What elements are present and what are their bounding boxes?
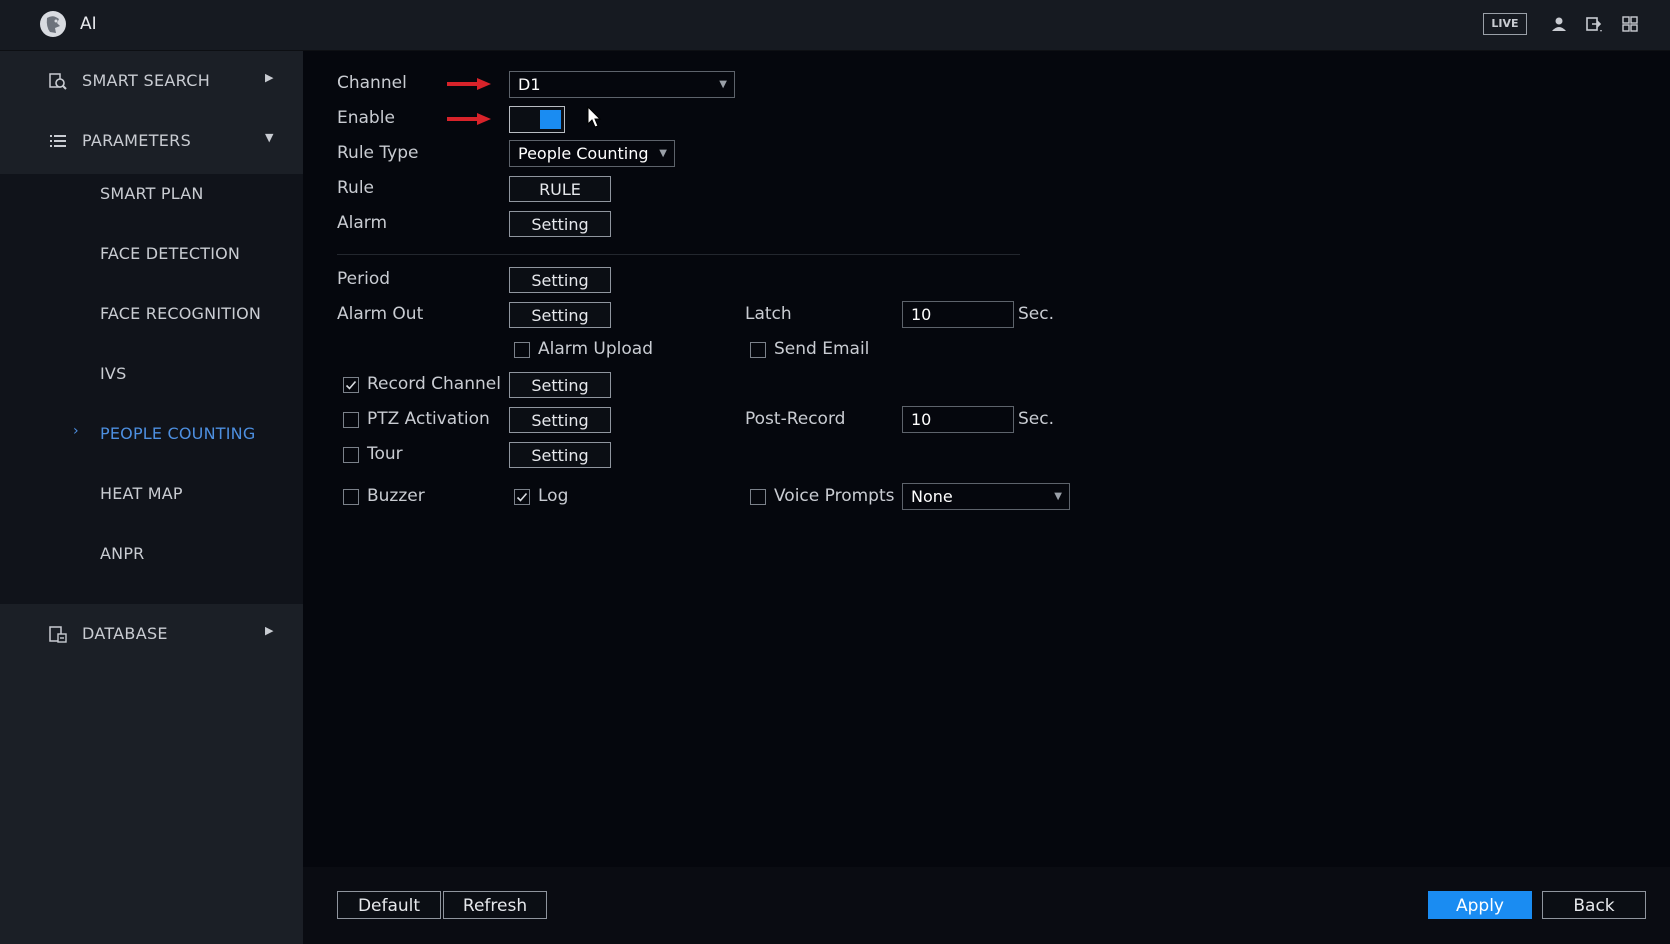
mouse-cursor-icon (587, 106, 602, 128)
list-icon (50, 135, 66, 147)
enable-label: Enable (337, 108, 395, 128)
sidebar-item-face-detection[interactable]: FACE DETECTION (100, 244, 240, 263)
user-icon[interactable] (1549, 14, 1569, 34)
app-title: AI (80, 14, 97, 34)
record-channel-setting-button[interactable]: Setting (509, 372, 611, 398)
voice-prompts-value: None (911, 487, 953, 506)
parameters-submenu: SMART PLAN FACE DETECTION FACE RECOGNITI… (0, 174, 303, 604)
alarm-upload-label: Alarm Upload (538, 339, 653, 359)
chevron-down-icon: ▼ (265, 131, 274, 144)
post-record-input[interactable]: 10 (902, 406, 1014, 433)
tour-checkbox[interactable] (343, 447, 359, 463)
sidebar-item-heat-map[interactable]: HEAT MAP (100, 484, 183, 503)
chevron-right-icon: › (73, 423, 79, 439)
sidebar-label: DATABASE (82, 624, 168, 643)
live-button[interactable]: LIVE (1483, 13, 1527, 35)
layout-grid-icon[interactable] (1620, 14, 1640, 34)
chevron-right-icon: ▶ (265, 71, 274, 84)
record-channel-checkbox[interactable] (343, 377, 359, 393)
sidebar-item-database[interactable]: DATABASE ▶ (0, 604, 303, 664)
caret-down-icon: ▼ (719, 79, 727, 90)
sidebar-label: PARAMETERS (82, 131, 192, 150)
alarm-label: Alarm (337, 213, 388, 233)
rule-type-label: Rule Type (337, 143, 419, 163)
log-checkbox[interactable] (514, 489, 530, 505)
sidebar-item-smart-search[interactable]: SMART SEARCH ▶ (0, 51, 303, 111)
period-setting-button[interactable]: Setting (509, 267, 611, 293)
chevron-right-icon: ▶ (265, 624, 274, 637)
sidebar-item-anpr[interactable]: ANPR (100, 544, 144, 563)
rule-type-value: People Counting (518, 144, 649, 163)
latch-unit: Sec. (1018, 304, 1055, 324)
period-label: Period (337, 269, 391, 289)
sidebar-item-parameters[interactable]: PARAMETERS ▼ (0, 111, 303, 171)
sidebar-label: SMART SEARCH (82, 71, 211, 90)
send-email-label: Send Email (774, 339, 870, 359)
back-button[interactable]: Back (1542, 891, 1646, 919)
database-icon (49, 626, 67, 643)
record-channel-label: Record Channel (367, 374, 501, 394)
checkmark-icon (516, 492, 528, 502)
latch-input[interactable]: 10 (902, 301, 1014, 328)
rule-type-select[interactable]: People Counting ▼ (509, 140, 675, 167)
alarm-upload-checkbox[interactable] (514, 342, 530, 358)
sidebar-item-face-recognition[interactable]: FACE RECOGNITION (100, 304, 261, 323)
refresh-button[interactable]: Refresh (443, 891, 547, 919)
red-arrow-icon (447, 78, 491, 90)
ptz-activation-setting-button[interactable]: Setting (509, 407, 611, 433)
voice-prompts-checkbox[interactable] (750, 489, 766, 505)
sidebar-item-ivs[interactable]: IVS (100, 364, 126, 383)
alarm-out-label: Alarm Out (337, 304, 424, 324)
default-button[interactable]: Default (337, 891, 441, 919)
post-record-unit: Sec. (1018, 409, 1055, 429)
smart-search-icon (49, 73, 67, 90)
alarm-out-setting-button[interactable]: Setting (509, 302, 611, 328)
tour-label: Tour (367, 444, 403, 464)
tour-setting-button[interactable]: Setting (509, 442, 611, 468)
caret-down-icon: ▼ (1054, 491, 1062, 502)
rule-button[interactable]: RULE (509, 176, 611, 202)
checkmark-icon (345, 380, 357, 390)
enable-toggle[interactable] (509, 106, 565, 133)
logout-icon[interactable] (1584, 14, 1604, 34)
channel-value: D1 (518, 75, 541, 94)
voice-prompts-select[interactable]: None ▼ (902, 483, 1070, 510)
sidebar: SMART SEARCH ▶ PARAMETERS ▼ SMART PLAN F… (0, 51, 303, 944)
ai-head-icon (40, 11, 66, 37)
alarm-setting-button[interactable]: Setting (509, 211, 611, 237)
sidebar-item-smart-plan[interactable]: SMART PLAN (100, 184, 204, 203)
log-label: Log (538, 486, 569, 506)
channel-label: Channel (337, 73, 407, 93)
post-record-label: Post-Record (745, 409, 846, 429)
ptz-activation-checkbox[interactable] (343, 412, 359, 428)
latch-label: Latch (745, 304, 792, 324)
voice-prompts-label: Voice Prompts (774, 486, 895, 506)
section-divider (337, 254, 1020, 255)
ptz-activation-label: PTZ Activation (367, 409, 490, 429)
channel-select[interactable]: D1 ▼ (509, 71, 735, 98)
apply-button[interactable]: Apply (1428, 891, 1532, 919)
buzzer-label: Buzzer (367, 486, 425, 506)
red-arrow-icon (447, 113, 491, 125)
caret-down-icon: ▼ (659, 148, 667, 159)
top-bar: AI LIVE (0, 0, 1670, 51)
rule-label: Rule (337, 178, 375, 198)
buzzer-checkbox[interactable] (343, 489, 359, 505)
toggle-knob (540, 110, 561, 129)
sidebar-item-people-counting[interactable]: PEOPLE COUNTING (100, 424, 255, 443)
send-email-checkbox[interactable] (750, 342, 766, 358)
